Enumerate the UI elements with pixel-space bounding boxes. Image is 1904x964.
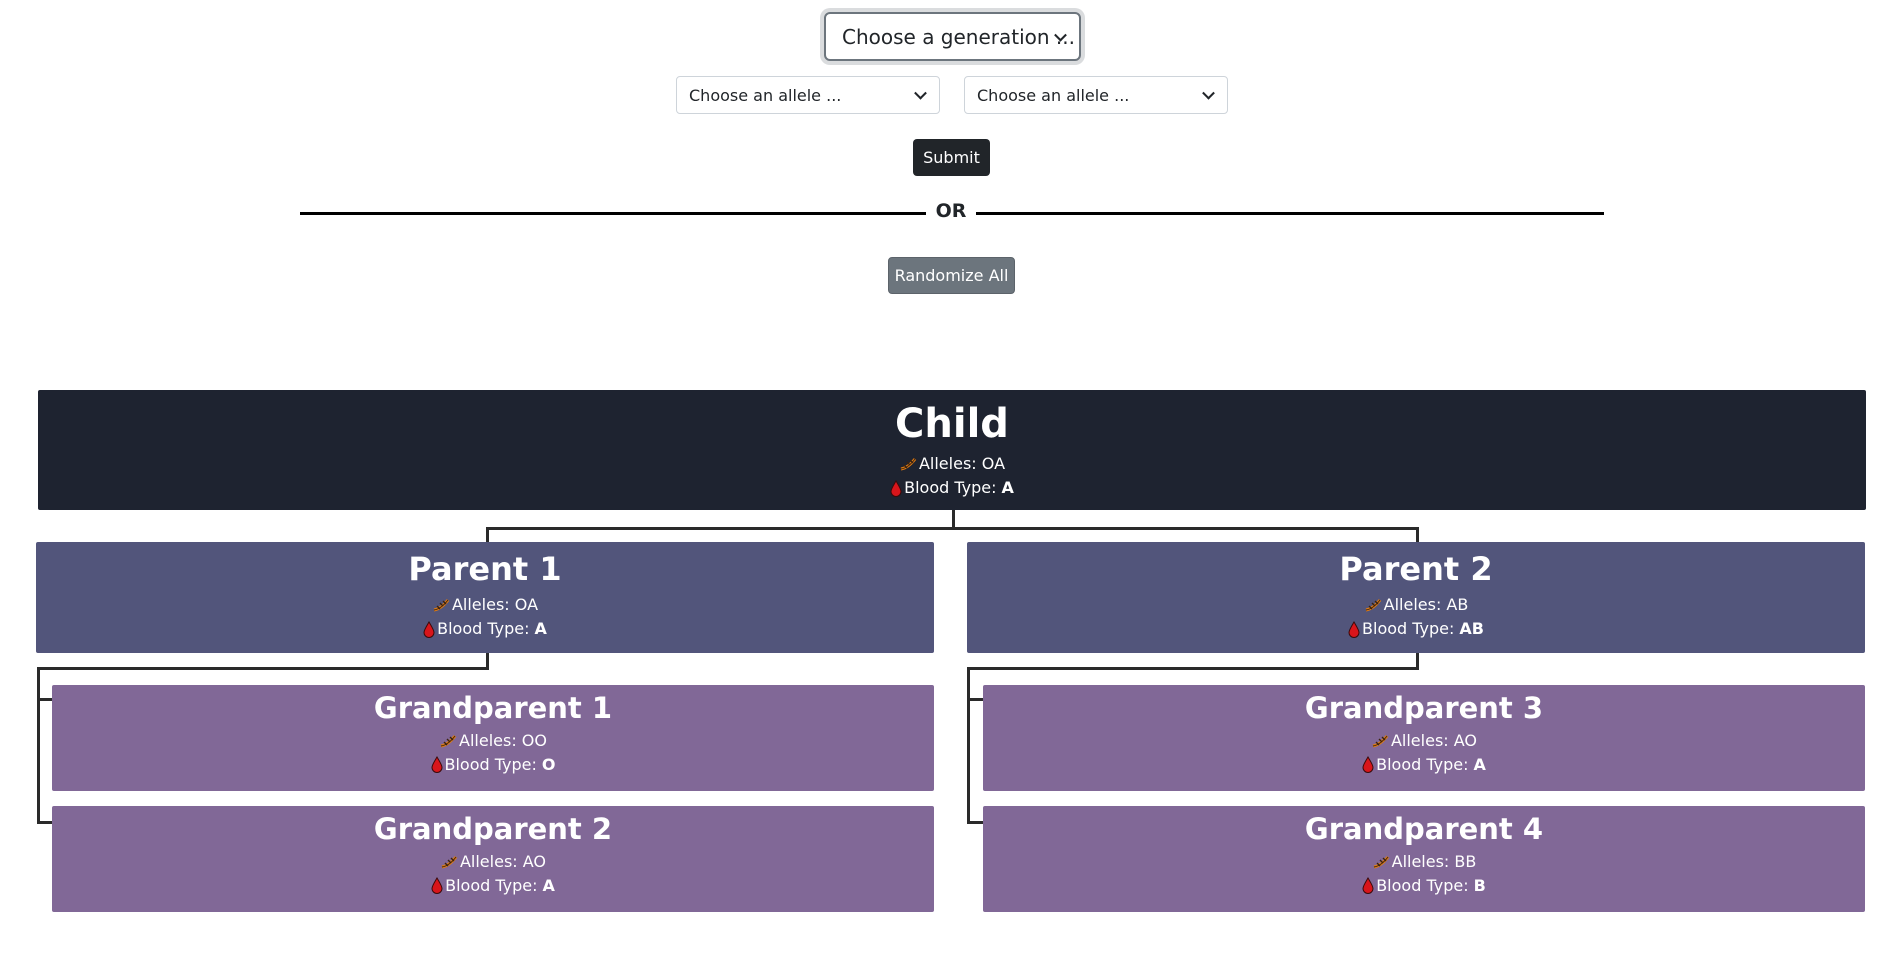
connector-child-horizontal [486, 527, 1419, 530]
alleles-text: Alleles: OA [451, 595, 539, 615]
alleles-text: Alleles: AO [1390, 730, 1478, 750]
divider-or-text: OR [935, 200, 967, 222]
blood-drop-icon [1362, 877, 1374, 895]
grandparent-2-card: Grandparent 2 Alleles: AO Blood Type: A [52, 806, 934, 912]
dna-icon [441, 855, 458, 869]
blood-type-value: O [541, 754, 556, 774]
card-title: Grandparent 1 [373, 691, 613, 725]
connector-to-parent-1 [486, 527, 489, 542]
blood-type-value: A [534, 619, 547, 639]
blood-type-line: Blood Type: O [430, 753, 556, 777]
dna-icon [1373, 855, 1389, 869]
blood-type-line: Blood Type: AB [1348, 617, 1484, 641]
randomize-all-button[interactable]: Randomize All [888, 257, 1015, 294]
blood-drop-icon [1362, 756, 1374, 774]
card-title: Child [895, 401, 1009, 447]
blood-type-label: Blood Type: [1376, 875, 1469, 895]
card-title: Grandparent 3 [1304, 691, 1544, 725]
blood-type-line: Blood Type: A [890, 476, 1014, 500]
alleles-line: Alleles: BB [1372, 850, 1477, 874]
blood-type-label: Blood Type: [444, 754, 537, 774]
connector-to-grandparent-1 [37, 698, 52, 701]
allele-select-1-value: Choose an allele ... [689, 85, 842, 105]
alleles-line: Alleles: AO [1371, 729, 1477, 753]
alleles-line: Alleles: AB [1364, 593, 1469, 617]
dna-icon [900, 458, 917, 471]
submit-button[interactable]: Submit [913, 139, 990, 176]
connector-to-parent-2 [1416, 527, 1419, 542]
blood-drop-icon [1348, 620, 1360, 638]
card-title: Grandparent 2 [373, 812, 613, 846]
card-title: Parent 2 [1339, 550, 1493, 588]
blood-type-line: Blood Type: B [1362, 874, 1486, 898]
blood-type-label: Blood Type: [904, 478, 997, 497]
dna-icon [433, 599, 450, 612]
chevron-down-icon [1202, 86, 1215, 100]
dna-icon [440, 734, 457, 748]
blood-type-value: B [1473, 875, 1486, 895]
parent-2-card: Parent 2 Alleles: AB Blood Type: AB [967, 542, 1865, 653]
blood-type-label: Blood Type: [1362, 619, 1455, 639]
connector-to-grandparent-3 [967, 698, 983, 701]
child-card: Child Alleles: OA Blood Type: A [38, 390, 1866, 510]
chevron-down-icon [914, 86, 927, 100]
blood-drop-icon [430, 756, 443, 774]
blood-type-line: Blood Type: A [423, 617, 547, 641]
alleles-text: Alleles: BB [1391, 851, 1477, 871]
connector-to-grandparent-2 [37, 821, 52, 824]
generation-select-value: Choose a generation ... [842, 24, 1076, 49]
allele-select-1[interactable]: Choose an allele ... [676, 76, 940, 114]
allele-select-2-value: Choose an allele ... [977, 85, 1130, 105]
blood-drop-icon [890, 479, 902, 497]
connector-to-grandparent-4 [967, 821, 983, 824]
blood-type-value: A [1473, 754, 1486, 774]
divider-line-left [300, 212, 926, 215]
card-title: Parent 1 [408, 550, 562, 588]
blood-type-value: A [1001, 478, 1014, 497]
connector-parent-1-vertical [37, 667, 40, 824]
allele-select-2[interactable]: Choose an allele ... [964, 76, 1228, 114]
blood-drop-icon [423, 620, 435, 638]
alleles-line: Alleles: OA [432, 593, 538, 617]
parent-1-card: Parent 1 Alleles: OA Blood Type: A [36, 542, 934, 653]
alleles-line: Alleles: AO [440, 850, 546, 874]
divider-line-right [976, 212, 1604, 215]
dna-icon [1372, 734, 1389, 748]
blood-type-value: AB [1459, 619, 1484, 639]
alleles-line: Alleles: OO [439, 729, 547, 753]
blood-type-label: Blood Type: [1376, 754, 1469, 774]
blood-type-label: Blood Type: [445, 875, 538, 895]
alleles-line: Alleles: OA [899, 452, 1005, 476]
grandparent-4-card: Grandparent 4 Alleles: BB Blood Type: B [983, 806, 1865, 912]
blood-type-line: Blood Type: A [431, 874, 555, 898]
dna-icon [1365, 599, 1381, 612]
blood-type-line: Blood Type: A [1362, 753, 1486, 777]
connector-parent-2-horizontal [967, 667, 1419, 670]
connector-parent-1-horizontal [37, 667, 489, 670]
generation-select[interactable]: Choose a generation ... [824, 12, 1081, 61]
grandparent-3-card: Grandparent 3 Alleles: AO Blood Type: A [983, 685, 1865, 791]
blood-type-value: A [542, 875, 555, 895]
blood-drop-icon [431, 877, 443, 895]
alleles-text: Alleles: OO [459, 730, 547, 750]
grandparent-1-card: Grandparent 1 Alleles: OO Blood Type: O [52, 685, 934, 791]
card-title: Grandparent 4 [1304, 812, 1544, 846]
alleles-text: Alleles: OA [918, 454, 1006, 473]
alleles-text: Alleles: AB [1383, 595, 1469, 615]
connector-parent-2-vertical [967, 667, 970, 824]
blood-type-label: Blood Type: [437, 619, 530, 639]
alleles-text: Alleles: AO [459, 851, 547, 871]
